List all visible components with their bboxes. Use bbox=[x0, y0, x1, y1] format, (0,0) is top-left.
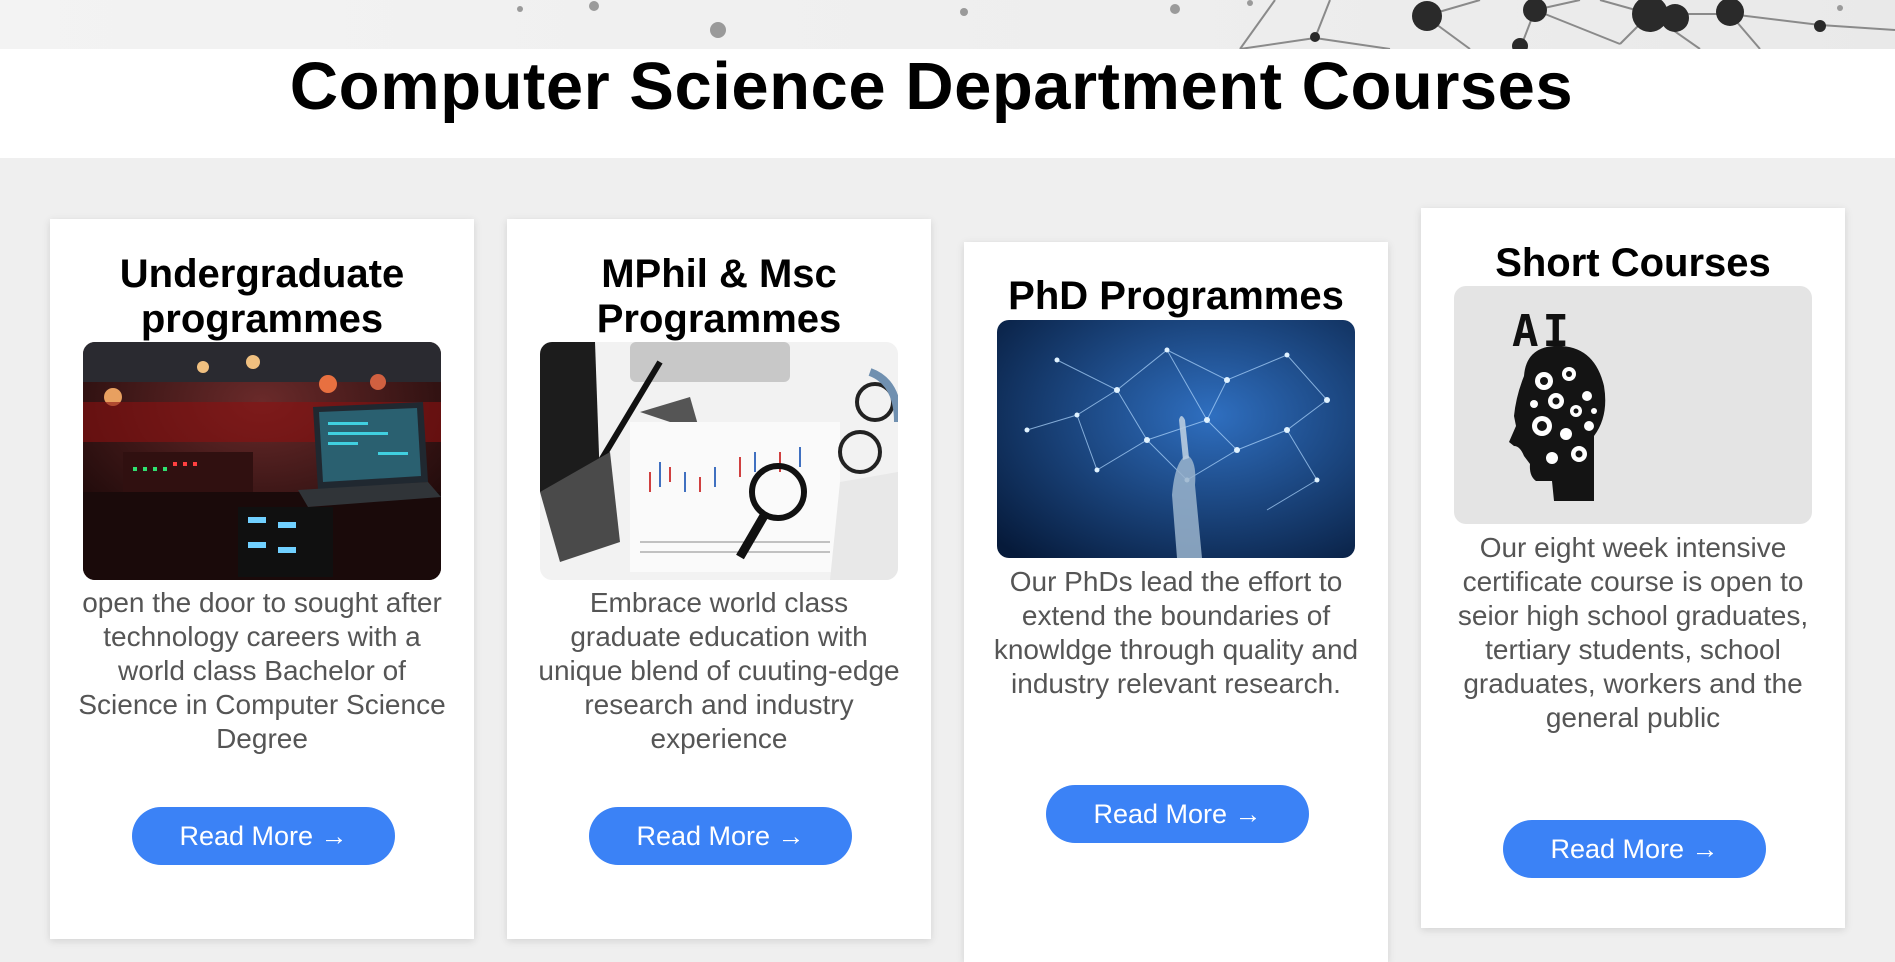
card-title: MPhil & Msc Programmes bbox=[596, 252, 842, 341]
card-title: Short Courses bbox=[1495, 241, 1771, 285]
charts-magnifier-image bbox=[540, 342, 898, 580]
course-card-mphil-msc: MPhil & Msc Programmes Embrace world cla… bbox=[507, 219, 931, 939]
network-hand-image bbox=[997, 320, 1355, 558]
card-description: Our PhDs lead the effort to extend the b… bbox=[993, 566, 1359, 699]
read-more-button[interactable]: Read More → bbox=[1046, 785, 1309, 843]
course-card-phd: PhD Programmes Our PhDs lead the effort … bbox=[964, 242, 1388, 962]
card-description: Our eight week intensive certificate cou… bbox=[1457, 532, 1809, 733]
card-description: Embrace world class graduate education w… bbox=[538, 587, 900, 754]
read-more-button[interactable]: Read More → bbox=[132, 807, 395, 865]
card-description: open the door to sought after technology… bbox=[78, 587, 446, 754]
ai-head-image: AI bbox=[1454, 286, 1812, 524]
header-network-banner bbox=[0, 0, 1895, 49]
card-title: PhD Programmes bbox=[1008, 274, 1344, 318]
read-more-button[interactable]: Read More → bbox=[589, 807, 852, 865]
ai-head-icon bbox=[1509, 345, 1606, 501]
network-pattern-graphic bbox=[517, 0, 1895, 49]
page-title: Computer Science Department Courses bbox=[289, 49, 1574, 124]
course-card-short-courses: Short Courses AI Our eight week intensiv… bbox=[1421, 208, 1845, 928]
course-card-undergraduate: Undergraduate programmes open the door t… bbox=[50, 219, 474, 939]
concert-laptop-image bbox=[83, 342, 441, 580]
card-title: Undergraduate programmes bbox=[119, 252, 405, 341]
read-more-button[interactable]: Read More → bbox=[1503, 820, 1766, 878]
